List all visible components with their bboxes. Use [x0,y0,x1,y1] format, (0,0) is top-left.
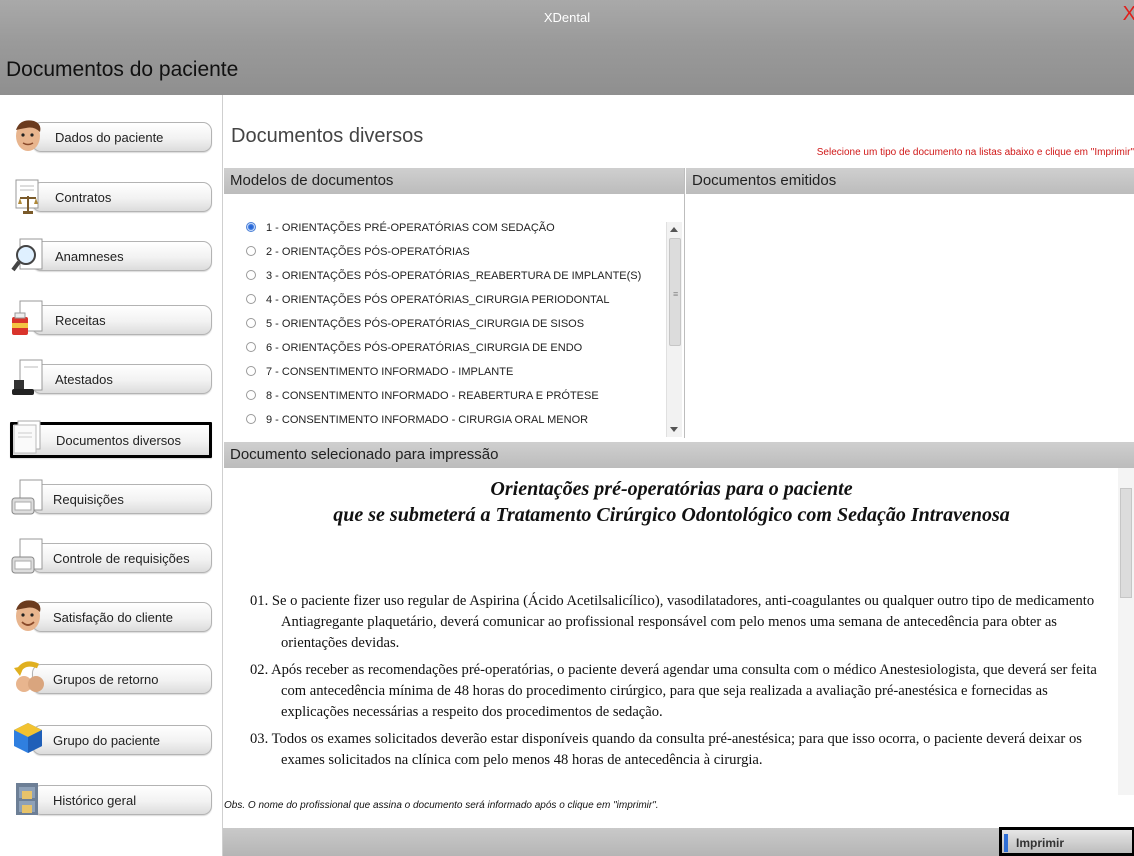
smiley-face-icon [16,600,41,631]
sidebar-item-historico-geral[interactable]: Histórico geral [10,783,212,817]
radio-icon[interactable] [246,294,256,305]
magnifier-document-icon [11,238,43,272]
document-paragraph: 01. Se o paciente fizer uso regular de A… [250,593,1095,651]
radio-selected-icon[interactable] [246,222,256,233]
sidebar-item-anamneses[interactable]: Anamneses [10,238,212,273]
scroll-up-icon[interactable] [670,227,678,232]
certificate-stamp-icon [12,359,43,395]
radio-icon[interactable] [246,318,256,329]
close-icon[interactable]: X [1123,4,1134,24]
sidebar-item-grupo-do-paciente[interactable]: Grupo do paciente [10,723,212,757]
model-option-2[interactable]: 2 - ORIENTAÇÕES PÓS-OPERATÓRIAS [246,246,470,268]
model-option-3[interactable]: 3 - ORIENTAÇÕES PÓS-OPERATÓRIAS_REABERTU… [246,270,641,292]
model-option-4[interactable]: 4 - ORIENTAÇÕES PÓS OPERATÓRIAS_CIRURGIA… [246,294,610,316]
sidebar-item-grupos-de-retorno[interactable]: Grupos de retorno [10,661,212,696]
sidebar-item-label: Histórico geral [53,793,137,808]
model-option-6[interactable]: 6 - ORIENTAÇÕES PÓS-OPERATÓRIAS_CIRURGIA… [246,342,582,364]
model-option-7[interactable]: 7 - CONSENTIMENTO INFORMADO - IMPLANTE [246,366,513,388]
radio-icon[interactable] [246,414,256,425]
prescription-icon [12,300,43,335]
document-paragraph: 02. Após receber as recomendações pré-op… [250,662,1097,720]
sidebar-item-label: Grupo do paciente [53,733,160,748]
model-option-1[interactable]: 1 - ORIENTAÇÕES PRÉ-OPERATÓRIAS COM SEDA… [246,222,555,244]
document-paragraph: 03. Todos os exames solicitados deverão … [250,731,1082,768]
title-bar: XDental X Documentos do paciente [0,0,1134,95]
sidebar-item-label: Dados do paciente [55,130,164,145]
return-group-icon [14,661,44,692]
models-header: Modelos de documentos [224,168,685,194]
section-title: Documentos diversos [231,125,424,147]
radio-icon[interactable] [246,390,256,401]
scroll-thumb[interactable] [1120,488,1132,598]
models-scrollbar[interactable]: ≡ [666,222,682,437]
issued-header: Documentos emitidos [686,168,1134,194]
sidebar-item-controle-de-requisicoes[interactable]: Controle de requisições [10,538,212,575]
panel-divider [684,168,685,438]
model-option-5[interactable]: 5 - ORIENTAÇÕES PÓS-OPERATÓRIAS_CIRURGIA… [246,318,584,340]
radio-icon[interactable] [246,366,256,377]
sidebar-item-label: Documentos diversos [56,433,181,448]
requisition-icon [11,479,43,515]
radio-icon[interactable] [246,246,256,257]
instruction-hint: Selecione um tipo de documento na listas… [816,147,1134,158]
contract-scales-icon [15,179,39,214]
sidebar: Dados do paciente Contratos Anamneses Re… [0,95,222,856]
sidebar-item-contratos[interactable]: Contratos [10,179,212,214]
sidebar-item-label: Receitas [55,313,106,328]
sidebar-item-receitas[interactable]: Receitas [10,300,212,337]
sidebar-item-label: Anamneses [55,249,124,264]
history-cabinet-icon [16,783,38,815]
print-button[interactable]: Imprimir [999,827,1134,856]
main-panel: Documentos diversos Selecione um tipo de… [222,95,1134,856]
sidebar-item-documentos-diversos[interactable]: Documentos diversos [10,420,212,458]
requisition-control-icon [11,538,43,574]
window-title: Documentos do paciente [6,58,239,81]
scroll-thumb[interactable]: ≡ [669,238,681,346]
sidebar-item-label: Contratos [55,190,112,205]
document-preview[interactable]: Orientações pré-operatórias para o pacie… [224,468,1134,795]
sidebar-item-requisicoes[interactable]: Requisições [10,479,212,516]
model-option-8[interactable]: 8 - CONSENTIMENTO INFORMADO - REABERTURA… [246,390,599,412]
print-preview-header: Documento selecionado para impressão [224,442,1134,468]
model-option-9[interactable]: 9 - CONSENTIMENTO INFORMADO - CIRURGIA O… [246,414,588,436]
observation-note: Obs. O nome do profissional que assina o… [224,800,663,811]
patient-group-cube-icon [14,723,42,753]
print-accent-icon [1004,834,1008,852]
sidebar-item-atestados[interactable]: Atestados [10,359,212,396]
documents-icon [13,420,41,454]
sidebar-item-label: Grupos de retorno [53,672,159,687]
sidebar-item-label: Satisfação do cliente [53,610,173,625]
grip-icon: ≡ [673,289,679,299]
sidebar-item-label: Atestados [55,372,113,387]
document-scrollbar[interactable] [1118,468,1134,795]
bottom-bar [223,828,1134,856]
app-title: XDental [543,10,591,25]
models-list[interactable]: 1 - ORIENTAÇÕES PRÉ-OPERATÓRIAS COM SEDA… [224,195,684,438]
sidebar-item-label: Controle de requisições [53,551,190,566]
document-title: Orientações pré-operatórias para o pacie… [490,478,853,500]
document-subtitle: que se submeterá a Tratamento Cirúrgico … [333,504,1010,526]
patient-face-icon [16,120,41,151]
sidebar-item-dados-do-paciente[interactable]: Dados do paciente [10,120,212,154]
radio-icon[interactable] [246,342,256,353]
radio-icon[interactable] [246,270,256,281]
sidebar-item-satisfacao-do-cliente[interactable]: Satisfação do cliente [10,600,212,634]
scroll-down-icon[interactable] [670,427,678,432]
sidebar-item-label: Requisições [53,492,124,507]
